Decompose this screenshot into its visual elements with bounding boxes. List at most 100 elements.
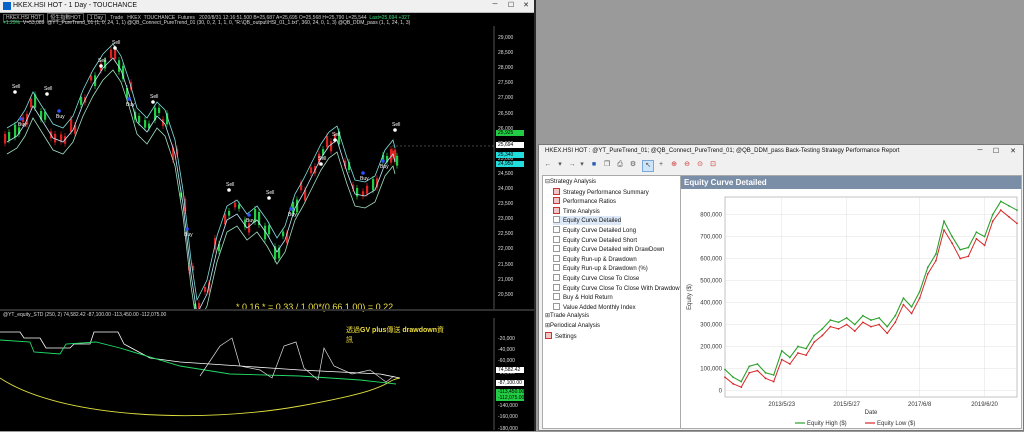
tree-item[interactable]: Settings	[545, 331, 577, 341]
report-minimize-icon[interactable]: ─	[975, 147, 985, 154]
back-arrow-icon[interactable]: ←	[543, 160, 553, 170]
signal-marker	[151, 100, 155, 104]
price-tick-label: 22,000	[498, 246, 514, 253]
close-icon[interactable]: ✕	[521, 1, 531, 9]
tree-item[interactable]: Value Added Monthly Index	[553, 302, 636, 312]
price-tick-label: 24,500	[498, 170, 514, 177]
series-point	[902, 297, 905, 299]
crosshair-icon[interactable]: +	[656, 160, 666, 170]
x-axis-label: Date	[865, 410, 878, 416]
ma-band-line	[6, 43, 396, 302]
zoom-reset-icon[interactable]: ⊙	[695, 160, 705, 170]
save-icon[interactable]: ■	[589, 160, 599, 170]
minimize-icon[interactable]: ─	[490, 1, 500, 8]
price-chart[interactable]: Sell Buy Sell Buy Sell Sell Buy Sell Buy Sell Buy S…	[0, 26, 534, 309]
price-tick-label: 21,500	[498, 261, 514, 268]
price-tick-label: 27,000	[498, 95, 514, 102]
dropdown-icon[interactable]: ▾	[555, 160, 565, 170]
series-point	[926, 266, 929, 269]
forward-arrow-icon[interactable]: →	[567, 160, 577, 170]
print-icon[interactable]: ⎙	[615, 160, 625, 170]
tree-item[interactable]: Equity Curve Close To Close	[553, 274, 639, 283]
tree-item[interactable]: Equity Run-up & Drawdown	[553, 254, 637, 264]
tree-item[interactable]: Performance Ratios	[553, 197, 616, 206]
chart-window-titlebar[interactable]: HKEX.HSI HOT - 1 Day - TOUCHANCE ─ ☐ ✕	[0, 0, 534, 13]
settings-icon[interactable]: ⚙	[628, 160, 638, 170]
signal-marker	[185, 227, 189, 231]
series-point	[1007, 204, 1010, 207]
signal-marker	[127, 97, 131, 101]
series-point	[764, 371, 767, 374]
signal-marker	[247, 213, 251, 217]
buy-signal-label: Buy	[18, 122, 27, 128]
candle-body	[356, 187, 359, 197]
zoom-out-icon[interactable]: ⊖	[682, 160, 692, 170]
series-point	[943, 229, 945, 231]
series-point	[1007, 215, 1010, 218]
price-tick-label: 24,000	[498, 186, 514, 192]
equity-curve-panel: Equity Curve Detailed 0 100,000 200,000 300…	[680, 175, 1022, 429]
series-point	[748, 365, 751, 368]
legend-label: Equity High ($)	[807, 421, 847, 427]
price-tick-label: 21,000	[498, 276, 514, 283]
tree-item[interactable]: Time Analysis	[553, 206, 600, 216]
equity-curve-chart[interactable]: 0 100,000 200,000 300,000 400,000 500,000 600,…	[681, 189, 1021, 428]
candle-body	[30, 98, 33, 108]
signal-marker	[57, 109, 61, 113]
candle-body	[234, 202, 237, 208]
note-text-f: 訊	[346, 337, 353, 344]
series-point	[910, 312, 913, 315]
series-point	[748, 371, 751, 374]
buy-signal-label: Buy	[126, 102, 135, 108]
price-tick-label: 23,000	[498, 216, 514, 223]
tree-item[interactable]: ⊞Periodical Analysis	[545, 322, 600, 331]
report-close-icon[interactable]: ✕	[1008, 147, 1018, 155]
cursor-icon[interactable]: ↖	[642, 160, 654, 172]
price-tick-label: 29,000	[498, 35, 514, 41]
zoom-in-icon[interactable]: ⊕	[669, 160, 679, 170]
series-point	[886, 325, 889, 328]
report-page-icon	[553, 206, 560, 214]
sub-badge: 74,582.42	[496, 367, 524, 373]
tree-item-label: Equity Run-up & Drawdown (%)	[563, 266, 648, 273]
tree-item-label: Trade Analysis	[550, 313, 590, 320]
series-point	[724, 368, 726, 371]
candle-body	[70, 118, 73, 132]
zoom-area-icon[interactable]: ⊡	[708, 160, 718, 170]
signal-marker	[289, 207, 293, 211]
tree-item[interactable]: Equity Curve Detailed with DrawDown	[553, 245, 664, 254]
sell-signal-label: Sell	[392, 122, 400, 128]
tree-item[interactable]: Equity Curve Detailed	[553, 216, 622, 226]
app-logo-icon	[3, 2, 11, 10]
report-page-icon	[553, 197, 560, 205]
tree-item[interactable]: Equity Curve Detailed Short	[553, 235, 637, 245]
tree-item[interactable]: Strategy Performance Summary	[553, 187, 649, 197]
report-maximize-icon[interactable]: ☐	[991, 147, 1001, 155]
series-point	[845, 323, 848, 326]
tree-item[interactable]: Equity Curve Close To Close With Drawdow…	[553, 283, 683, 293]
copy-icon[interactable]: ❐	[602, 160, 612, 170]
tree-item[interactable]: ⊞Trade Analysis	[545, 312, 589, 321]
tree-item[interactable]: Equity Curve Detailed Long	[553, 226, 636, 235]
series-point	[740, 386, 743, 389]
tree-item[interactable]: ⊟Strategy Analysis	[545, 178, 596, 187]
price-tick-label: 22,500	[498, 231, 514, 238]
tree-item[interactable]: Buy & Hold Return	[553, 293, 613, 302]
maximize-icon[interactable]: ☐	[506, 1, 516, 9]
series-point	[837, 327, 840, 330]
report-page-icon	[553, 264, 560, 272]
buy-signal-label: Buy	[56, 114, 65, 120]
series-point	[732, 376, 735, 379]
y-tick-label: 700,000	[700, 235, 722, 241]
candle-body	[238, 204, 241, 209]
panel-divider[interactable]	[0, 309, 534, 311]
dropdown2-icon[interactable]: ▾	[577, 160, 587, 170]
price-badge: 24,950	[496, 161, 524, 167]
series-point	[732, 382, 735, 385]
equity-green-line	[0, 339, 397, 385]
note-text-b: GV plus	[360, 327, 387, 334]
series-point	[918, 297, 921, 299]
tree-item[interactable]: Equity Run-up & Drawdown (%)	[553, 264, 648, 273]
price-tick-label: 28,500	[498, 50, 514, 57]
price-tick-label: 23,500	[498, 201, 514, 208]
